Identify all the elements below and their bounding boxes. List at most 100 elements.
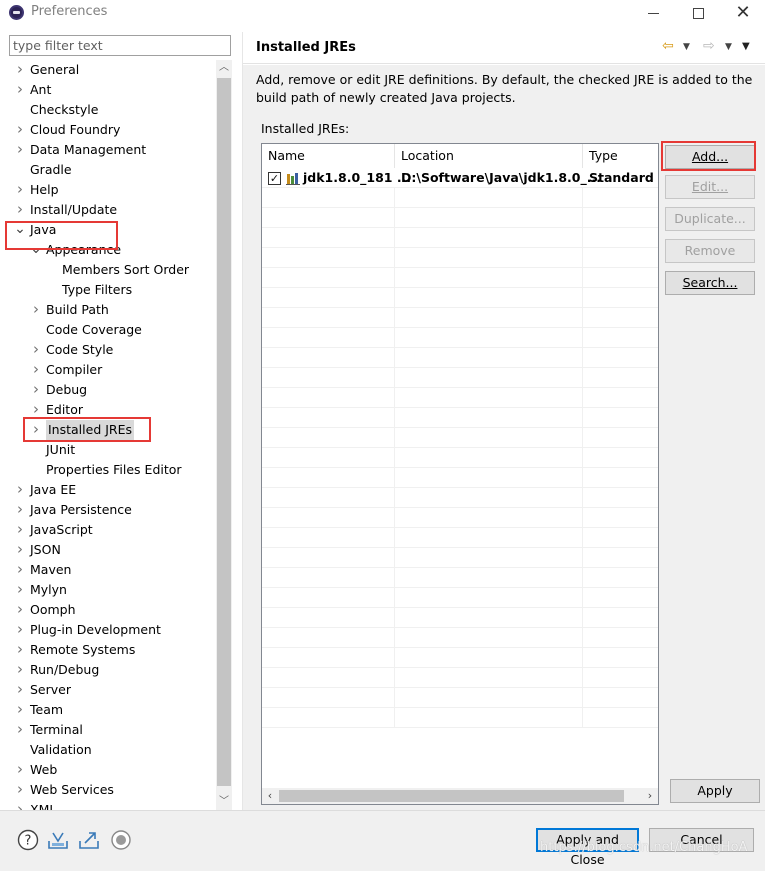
jre-checkbox[interactable]: ✓: [268, 172, 281, 185]
tree-item-label: Data Management: [30, 142, 147, 157]
scroll-right-icon[interactable]: ›: [642, 788, 658, 804]
eclipse-app-icon: [9, 5, 24, 20]
page-description: Add, remove or edit JRE definitions. By …: [256, 72, 753, 105]
jre-type-cell: Standard V: [589, 170, 658, 185]
help-icon[interactable]: ?: [17, 829, 39, 851]
empty-table-row: [262, 428, 658, 448]
table-row[interactable]: ✓ jdk1.8.0_181 ... D:\Software\Java\jdk1…: [262, 168, 658, 188]
filter-input[interactable]: [9, 35, 231, 56]
empty-table-row: [262, 668, 658, 688]
chevron-right-icon[interactable]: [14, 780, 26, 800]
chevron-right-icon[interactable]: [30, 420, 42, 440]
page-header: Installed JREs ⇦ ▼ ⇨ ▼ ▼: [243, 32, 765, 64]
chevron-right-icon[interactable]: [14, 680, 26, 700]
forward-dropdown-icon[interactable]: ▼: [725, 42, 732, 52]
empty-table-row: [262, 508, 658, 528]
empty-table-row: [262, 608, 658, 628]
chevron-right-icon[interactable]: [14, 620, 26, 640]
empty-table-row: [262, 528, 658, 548]
apply-button[interactable]: Apply: [670, 779, 760, 803]
chevron-down-icon[interactable]: [30, 240, 42, 260]
minimize-button[interactable]: [638, 2, 668, 24]
maximize-button[interactable]: [683, 2, 713, 24]
chevron-right-icon[interactable]: [30, 340, 42, 360]
hscroll-thumb[interactable]: [279, 790, 624, 802]
preferences-tree: General Ant Checkstyle Cloud Foundry Data Ma…: [0, 60, 216, 810]
tree-scrollbar[interactable]: ︿ ﹀: [216, 60, 232, 810]
back-arrow-icon[interactable]: ⇦: [662, 38, 674, 54]
chevron-right-icon[interactable]: [14, 520, 26, 540]
table-horizontal-scrollbar[interactable]: ‹ ›: [262, 788, 658, 804]
empty-table-row: [262, 268, 658, 288]
chevron-right-icon[interactable]: [14, 700, 26, 720]
chevron-right-icon[interactable]: [14, 660, 26, 680]
forward-arrow-icon[interactable]: ⇨: [703, 38, 715, 54]
tree-item-label: Server: [30, 682, 71, 697]
back-dropdown-icon[interactable]: ▼: [683, 42, 690, 52]
empty-table-row: [262, 188, 658, 208]
empty-table-row: [262, 228, 658, 248]
tree-item-label: Installed JREs: [46, 420, 135, 440]
chevron-right-icon[interactable]: [14, 80, 26, 100]
chevron-right-icon[interactable]: [30, 380, 42, 400]
export-icon[interactable]: [78, 829, 100, 851]
jre-name-cell: jdk1.8.0_181 ...: [303, 170, 412, 185]
record-icon[interactable]: [110, 829, 132, 851]
column-header-location[interactable]: Location: [395, 144, 583, 168]
scroll-up-icon[interactable]: ︿: [216, 60, 232, 76]
tree-item-label: Cloud Foundry: [30, 122, 121, 137]
chevron-right-icon[interactable]: [14, 760, 26, 780]
chevron-right-icon[interactable]: [14, 540, 26, 560]
jre-table[interactable]: Name Location Type ✓ jdk1.8.0_181 ... D:…: [261, 143, 659, 805]
chevron-right-icon[interactable]: [30, 400, 42, 420]
chevron-right-icon[interactable]: [14, 800, 26, 810]
scroll-down-icon[interactable]: ﹀: [216, 794, 232, 810]
tree-item-label: Java EE: [30, 482, 77, 497]
page-title: Installed JREs: [256, 40, 356, 55]
chevron-right-icon[interactable]: [30, 360, 42, 380]
chevron-right-icon[interactable]: [14, 560, 26, 580]
chevron-right-icon[interactable]: [14, 200, 26, 220]
empty-table-row: [262, 568, 658, 588]
tree-item-label: Properties Files Editor: [46, 462, 182, 477]
chevron-right-icon[interactable]: [14, 140, 26, 160]
chevron-right-icon[interactable]: [14, 120, 26, 140]
empty-table-row: [262, 588, 658, 608]
close-button[interactable]: ✕: [728, 2, 758, 24]
tree-item-label: Members Sort Order: [62, 262, 190, 277]
empty-table-row: [262, 208, 658, 228]
chevron-right-icon[interactable]: [14, 580, 26, 600]
scroll-thumb[interactable]: [217, 78, 231, 786]
chevron-down-icon[interactable]: [14, 220, 26, 240]
tree-item-label: Code Style: [46, 342, 114, 357]
empty-table-row: [262, 628, 658, 648]
tree-item-label: Editor: [46, 402, 83, 417]
tree-item-label: Type Filters: [62, 282, 133, 297]
remove-button[interactable]: Remove: [665, 239, 755, 263]
chevron-right-icon[interactable]: [14, 600, 26, 620]
tree-item-label: Checkstyle: [30, 102, 99, 117]
chevron-right-icon[interactable]: [14, 720, 26, 740]
empty-table-row: [262, 468, 658, 488]
edit-button[interactable]: Edit...: [665, 175, 755, 199]
view-menu-icon[interactable]: ▼: [742, 41, 750, 52]
tree-item-label: Plug-in Development: [30, 622, 161, 637]
chevron-right-icon[interactable]: [30, 300, 42, 320]
add-button[interactable]: Add...: [665, 145, 755, 169]
empty-table-row: [262, 488, 658, 508]
column-header-type[interactable]: Type: [583, 144, 658, 168]
column-header-name[interactable]: Name: [262, 144, 395, 168]
page-body: Add, remove or edit JRE definitions. By …: [243, 65, 765, 810]
chevron-right-icon[interactable]: [14, 480, 26, 500]
scroll-left-icon[interactable]: ‹: [262, 788, 278, 804]
chevron-right-icon[interactable]: [14, 640, 26, 660]
empty-table-row: [262, 328, 658, 348]
chevron-right-icon[interactable]: [14, 500, 26, 520]
duplicate-button[interactable]: Duplicate...: [665, 207, 755, 231]
jre-location-cell: D:\Software\Java\jdk1.8.0_...: [401, 170, 601, 185]
search-button[interactable]: Search...: [665, 271, 755, 295]
chevron-right-icon[interactable]: [14, 60, 26, 80]
tree-item-label: Web Services: [30, 782, 114, 797]
chevron-right-icon[interactable]: [14, 180, 26, 200]
import-icon[interactable]: [47, 829, 69, 851]
